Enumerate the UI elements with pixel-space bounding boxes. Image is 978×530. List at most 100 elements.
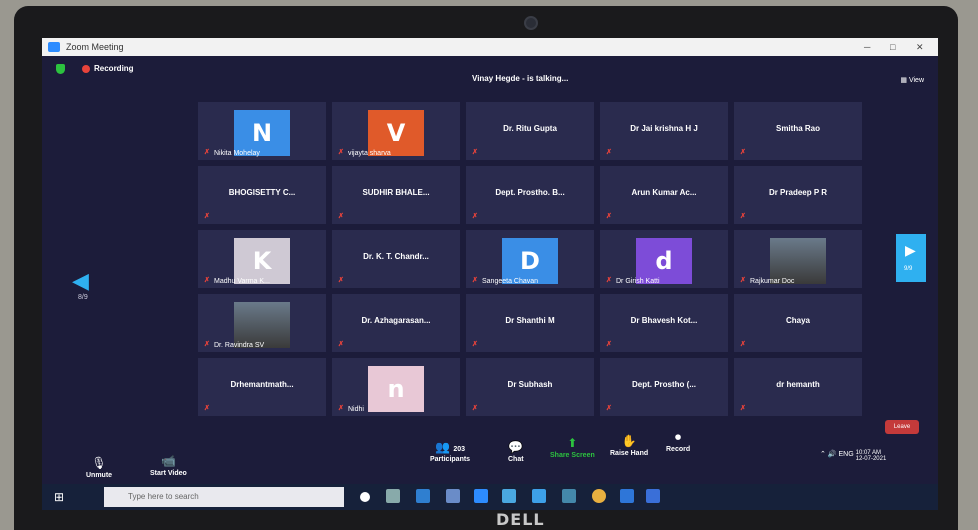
muted-mic-icon: ✗	[204, 277, 210, 284]
webcam	[524, 16, 538, 30]
participant-tile[interactable]: Chaya ✗	[734, 294, 862, 352]
store-icon[interactable]	[532, 489, 546, 503]
muted-mic-icon: ✗	[472, 213, 478, 220]
participant-tile[interactable]: N Nikita Mohelay ✗	[198, 102, 326, 160]
minimize-button[interactable]: ─	[864, 38, 870, 56]
muted-mic-icon: ✗	[204, 149, 210, 156]
record-label: Record	[666, 446, 691, 453]
window-title: Zoom Meeting	[66, 42, 124, 52]
participant-tile[interactable]: BHOGISETTY C... ✗	[198, 166, 326, 224]
active-speaker-label: Vinay Hegde - is talking...	[472, 74, 569, 83]
chrome-icon[interactable]	[592, 489, 606, 503]
zoom-taskbar-icon[interactable]	[474, 489, 488, 503]
participant-name: dr hemanth	[776, 380, 820, 389]
participant-tile[interactable]: Smitha Rao ✗	[734, 102, 862, 160]
participant-tile[interactable]: n Nidhi ✗	[332, 358, 460, 416]
raise-hand-icon: ✋	[621, 434, 637, 448]
participant-tile[interactable]: Dept. Prostho. B... ✗	[466, 166, 594, 224]
participants-button[interactable]: 👥 203 Participants	[430, 440, 470, 463]
word-icon[interactable]	[620, 489, 634, 503]
participant-tile[interactable]: Dr. Ravindra SV ✗	[198, 294, 326, 352]
raise-hand-button[interactable]: ✋ Raise Hand	[610, 434, 648, 457]
muted-mic-icon: ✗	[740, 405, 746, 412]
participant-tile[interactable]: Dr. Ritu Gupta ✗	[466, 102, 594, 160]
participant-name: Smitha Rao	[775, 124, 820, 133]
participant-tile[interactable]: Dr Subhash ✗	[466, 358, 594, 416]
laptop-screen: Zoom Meeting ─ □ ✕ Recording Vinay Hegde…	[42, 38, 938, 510]
participant-tile[interactable]: dr hemanth ✗	[734, 358, 862, 416]
maximize-button[interactable]: □	[890, 38, 895, 56]
participant-tile[interactable]: Arun Kumar Ac... ✗	[600, 166, 728, 224]
participant-name: Dr Girish Katti	[616, 278, 660, 285]
recording-label: Recording	[94, 64, 134, 73]
task-view-icon[interactable]	[386, 489, 400, 503]
unmute-button[interactable]: 🎙 Unmute	[86, 456, 112, 479]
app-icon[interactable]	[646, 489, 660, 503]
participant-tile[interactable]: Dr. Azhagarasan... ✗	[332, 294, 460, 352]
participant-tile[interactable]: Dr. K. T. Chandr... ✗	[332, 230, 460, 288]
muted-mic-icon: ✗	[740, 149, 746, 156]
muted-mic-icon: ✗	[204, 341, 210, 348]
participant-tile[interactable]: Rajkumar Doc ✗	[734, 230, 862, 288]
participant-tile[interactable]: Dr Shanthi M ✗	[466, 294, 594, 352]
participants-icon: 👥 203	[435, 440, 466, 454]
participant-tile[interactable]: D Sangeeta Chavan ✗	[466, 230, 594, 288]
participant-tile[interactable]: Dept. Prostho (... ✗	[600, 358, 728, 416]
taskbar-search-input[interactable]: Type here to search	[104, 487, 344, 507]
participant-tile[interactable]: Dr Pradeep P R ✗	[734, 166, 862, 224]
chat-label: Chat	[508, 456, 524, 463]
muted-mic-icon: ✗	[338, 405, 344, 412]
system-tray: ⌃ 🔊 ENG 10:07 AM 12-07-2021	[820, 450, 886, 462]
participant-tile[interactable]: Drhemantmath... ✗	[198, 358, 326, 416]
participants-label: Participants	[430, 456, 471, 463]
participant-tile[interactable]: Vvijayta sharva ✗	[332, 102, 460, 160]
participant-name: Dr Subhash	[507, 380, 553, 389]
leave-button[interactable]: Leave	[885, 420, 919, 434]
participant-name: Madhu Varma K...	[214, 278, 270, 285]
participant-name: SUDHIR BHALE...	[362, 188, 430, 197]
brand-logo: DELL	[496, 510, 545, 529]
next-page-icon: ▶	[905, 242, 916, 258]
muted-mic-icon: ✗	[472, 341, 478, 348]
muted-mic-icon: ✗	[338, 341, 344, 348]
share-screen-button[interactable]: ⬆ Share Screen	[550, 436, 595, 459]
previous-page-label: 8/9	[78, 294, 88, 301]
clock[interactable]: 10:07 AM 12-07-2021	[856, 450, 887, 462]
start-video-button[interactable]: 📹 Start Video	[150, 454, 187, 477]
participant-name: Dr Pradeep P R	[768, 188, 828, 197]
participant-name: BHOGISETTY C...	[228, 188, 296, 197]
muted-mic-icon: ✗	[740, 341, 746, 348]
chat-button[interactable]: 💬 Chat	[508, 440, 524, 463]
view-button[interactable]: ▦ View	[900, 76, 924, 84]
windows-start-icon[interactable]: ⊞	[54, 490, 68, 504]
previous-page-icon[interactable]: ◀	[72, 268, 89, 294]
participant-name: Nidhi	[348, 406, 364, 413]
mail-icon[interactable]	[502, 489, 516, 503]
onedrive-icon[interactable]	[562, 489, 576, 503]
participant-name: Dr. Azhagarasan...	[361, 316, 431, 325]
participant-tile[interactable]: Dr Bhavesh Kot... ✗	[600, 294, 728, 352]
participant-name: Arun Kumar Ac...	[631, 188, 697, 197]
cortana-icon[interactable]	[360, 492, 370, 502]
muted-mic-icon: ✗	[338, 213, 344, 220]
muted-mic-icon: ✗	[606, 149, 612, 156]
clock-date: 12-07-2021	[855, 456, 887, 462]
next-page-button[interactable]: ▶ 9/9	[896, 234, 926, 282]
close-button[interactable]: ✕	[916, 38, 924, 56]
next-page-label: 9/9	[904, 266, 913, 272]
muted-mic-icon: ✗	[606, 213, 612, 220]
language-indicator[interactable]: ENG	[838, 451, 853, 458]
participant-tile[interactable]: d Dr Girish Katti ✗	[600, 230, 728, 288]
record-button[interactable]: ⏺ Record	[666, 430, 690, 453]
view-label: View	[908, 77, 924, 84]
file-explorer-icon[interactable]	[446, 489, 460, 503]
participant-tile[interactable]: SUDHIR BHALE... ✗	[332, 166, 460, 224]
chat-icon: 💬	[508, 440, 524, 454]
zoom-icon	[48, 42, 60, 52]
shield-icon[interactable]	[56, 64, 65, 74]
windows-taskbar: ⊞ Type here to search	[42, 484, 938, 510]
participant-tile[interactable]: Dr Jai krishna H J ✗	[600, 102, 728, 160]
edge-icon[interactable]	[416, 489, 430, 503]
network-icon[interactable]: ⌃ 🔊	[820, 451, 837, 458]
participant-tile[interactable]: K Madhu Varma K... ✗	[198, 230, 326, 288]
